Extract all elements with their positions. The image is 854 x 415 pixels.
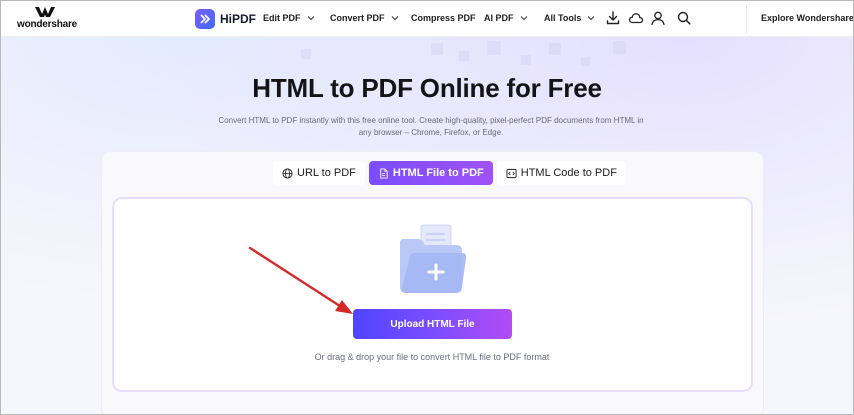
- cloud-icon[interactable]: [628, 10, 644, 26]
- converter-tabs: URL to PDF HTML File to PDF HTML Code to…: [273, 161, 626, 185]
- chevron-down-icon: [587, 16, 595, 21]
- chevron-down-icon: [391, 16, 398, 21]
- menu-all-tools[interactable]: All Tools: [544, 13, 595, 23]
- user-icon[interactable]: [650, 10, 666, 26]
- tab-label: HTML File to PDF: [392, 167, 484, 179]
- hipdf-wordmark: HiPDF: [220, 12, 256, 26]
- tab-label: HTML Code to PDF: [520, 167, 617, 179]
- top-navigation: wondershare HiPDF Edit PDF Convert PDF C…: [1, 1, 853, 37]
- pixel-decoration: [301, 49, 311, 59]
- pixel-decoration: [549, 43, 561, 55]
- pixel-decoration: [431, 43, 443, 55]
- pixel-decoration: [459, 51, 469, 61]
- menu-label: Edit PDF: [263, 13, 301, 23]
- page-subtitle: Convert HTML to PDF instantly with this …: [218, 116, 644, 137]
- hipdf-logo[interactable]: HiPDF: [195, 9, 256, 29]
- drag-drop-hint: Or drag & drop your file to convert HTML…: [314, 352, 550, 362]
- code-icon: [506, 168, 517, 178]
- wondershare-wordmark: wondershare: [17, 19, 78, 30]
- upload-html-file-button[interactable]: Upload HTML File: [353, 309, 512, 339]
- wondershare-logo[interactable]: wondershare: [15, 6, 78, 32]
- menu-ai-pdf[interactable]: AI PDF: [484, 13, 528, 23]
- explore-wondershare-menu[interactable]: Explore Wondershare: [761, 13, 854, 23]
- file-icon: [380, 167, 388, 179]
- menu-label: All Tools: [544, 13, 582, 23]
- annotation-arrow: [248, 246, 353, 314]
- tab-url-to-pdf[interactable]: URL to PDF: [273, 161, 365, 185]
- menu-label: Compress PDF: [411, 13, 476, 23]
- chevron-down-icon: [520, 16, 527, 21]
- chevron-down-icon: [307, 16, 314, 21]
- explore-label: Explore Wondershare: [761, 13, 854, 23]
- tab-label: URL to PDF: [297, 167, 356, 179]
- pixel-decoration: [581, 57, 590, 66]
- globe-icon: [282, 167, 293, 179]
- hipdf-badge-icon: [195, 9, 215, 29]
- tab-html-code-to-pdf[interactable]: HTML Code to PDF: [496, 161, 626, 185]
- nav-divider: [746, 5, 747, 33]
- page-title: HTML to PDF Online for Free: [252, 73, 602, 103]
- menu-convert-pdf[interactable]: Convert PDF: [330, 13, 399, 23]
- pixel-decoration: [521, 55, 531, 65]
- download-icon[interactable]: [605, 10, 621, 26]
- menu-label: Convert PDF: [330, 13, 385, 23]
- tab-html-file-to-pdf[interactable]: HTML File to PDF: [368, 161, 493, 185]
- pixel-decoration: [613, 41, 626, 54]
- wondershare-mark-icon: [35, 7, 55, 17]
- folder-upload-icon: [400, 224, 467, 293]
- menu-label: AI PDF: [484, 13, 514, 23]
- menu-edit-pdf[interactable]: Edit PDF: [263, 13, 315, 23]
- pixel-decoration: [487, 41, 501, 55]
- menu-compress-pdf[interactable]: Compress PDF: [411, 13, 476, 23]
- search-icon[interactable]: [676, 10, 692, 26]
- browser-frame: wondershare HiPDF Edit PDF Convert PDF C…: [0, 0, 854, 415]
